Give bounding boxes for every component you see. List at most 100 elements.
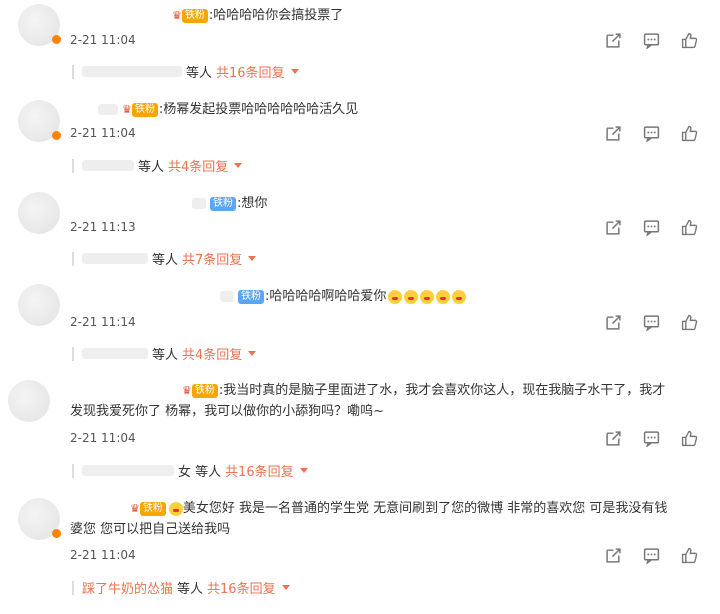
avatar[interactable]	[18, 284, 60, 326]
comment-icon[interactable]	[642, 124, 660, 142]
comment-line-1: ♛ 铁粉:我当时真的是脑子里面进了水，我才会喜欢你这人，现在我脑子水干了，我才	[70, 380, 710, 401]
crown-icon: ♛	[172, 9, 182, 22]
avatar[interactable]	[8, 380, 50, 422]
comment-text: ♛ 铁粉:杨幂发起投票哈哈哈哈哈哈活久见	[98, 99, 720, 120]
reply-count-link[interactable]: 共4条回复	[168, 156, 228, 175]
comment-text: 铁粉:想你	[192, 193, 720, 214]
fan-badge: 铁粉	[210, 196, 236, 211]
comment-text: ♛ 铁粉 美女您好 我是一名普通的学生党 无意间刷到了您的微博 非常的喜欢您 可是我…	[70, 498, 710, 540]
reply-summary[interactable]: 等人 共4条回复	[72, 344, 257, 363]
reply-prefix: 等人	[152, 348, 179, 363]
avatar[interactable]	[18, 100, 61, 142]
comment-icon[interactable]	[642, 313, 660, 331]
reply-bar	[72, 463, 74, 478]
comment-content: :哈哈哈哈你会搞投票了	[208, 8, 344, 23]
comment-icon[interactable]	[642, 31, 660, 49]
love-emoji-icon	[420, 289, 435, 304]
share-icon[interactable]	[604, 31, 622, 49]
reply-bar	[72, 346, 74, 361]
chevron-down-icon[interactable]	[248, 351, 257, 356]
avatar[interactable]	[18, 192, 60, 234]
comment-content: :哈哈哈哈啊哈哈爱你	[265, 289, 387, 304]
chevron-down-icon[interactable]	[234, 163, 243, 168]
comment-actions	[604, 124, 698, 142]
comment-time: 2-21 11:04	[70, 33, 136, 47]
avatar[interactable]	[18, 498, 61, 540]
like-icon[interactable]	[680, 429, 698, 447]
comment-actions	[604, 313, 698, 331]
love-emoji-icon	[452, 289, 467, 304]
reply-count-link[interactable]: 共16条回复	[207, 578, 276, 597]
fan-badge: 铁粉	[191, 383, 218, 398]
comment-content-line1: 美女您好 我是一名普通的学生党 无意间刷到了您的微博 非常的喜欢您 可是我没有钱	[182, 501, 668, 516]
comment-time: 2-21 11:14	[70, 315, 136, 329]
like-icon[interactable]	[680, 218, 698, 236]
comment-content: :杨幂发起投票哈哈哈哈哈哈活久见	[158, 102, 359, 117]
share-icon[interactable]	[604, 429, 622, 447]
reply-nickname[interactable]: 踩了牛奶的怂猫	[82, 578, 173, 597]
chevron-down-icon[interactable]	[281, 585, 290, 590]
chevron-down-icon[interactable]	[299, 468, 308, 473]
avatar[interactable]	[18, 4, 61, 46]
share-icon[interactable]	[604, 546, 622, 564]
comment-time: 2-21 11:04	[70, 431, 136, 445]
comment-content-line2: 发现我爱死你了 杨幂，我可以做你的小舔狗吗？嘞呜~	[70, 404, 385, 419]
comment-actions	[604, 218, 698, 236]
crown-icon: ♛	[130, 502, 140, 515]
blurred-names	[82, 465, 174, 476]
comment-actions	[604, 546, 698, 564]
chevron-down-icon[interactable]	[290, 69, 299, 74]
reply-prefix: 等人	[152, 253, 179, 268]
fan-badge: 铁粉	[238, 289, 264, 304]
reply-prefix: 女 等人	[178, 465, 222, 480]
smile-emoji-icon	[168, 501, 183, 516]
reply-bar	[72, 64, 74, 79]
comment-content-line2: 婆您 您可以把自己送给我吗	[70, 522, 231, 537]
blurred-nickname	[192, 198, 206, 209]
blurred-names	[82, 348, 148, 359]
comment-content: :想你	[237, 196, 268, 211]
love-emoji-icon	[436, 289, 451, 304]
crown-icon: ♛	[182, 384, 192, 397]
comment-text: ♛ 铁粉:哈哈哈哈你会搞投票了	[172, 5, 720, 26]
share-icon[interactable]	[604, 124, 622, 142]
reply-summary[interactable]: 等人 共4条回复	[72, 156, 243, 175]
reply-prefix: 等人	[177, 582, 204, 597]
blurred-nickname	[220, 291, 234, 302]
crown-icon: ♛	[122, 103, 132, 116]
comment-text: ♛ 铁粉:我当时真的是脑子里面进了水，我才会喜欢你这人，现在我脑子水干了，我才 发…	[70, 380, 710, 422]
fan-badge: 铁粉	[181, 8, 208, 23]
reply-count-link[interactable]: 共7条回复	[182, 249, 242, 268]
comment-content-line1: :我当时真的是脑子里面进了水，我才会喜欢你这人，现在我脑子水干了，我才	[218, 383, 666, 398]
blurred-nickname	[98, 104, 118, 115]
reply-summary[interactable]: 等人 共16条回复	[72, 62, 299, 81]
love-emoji-icon	[404, 289, 419, 304]
like-icon[interactable]	[680, 313, 698, 331]
blurred-names	[82, 253, 148, 264]
reply-summary[interactable]: 等人 共7条回复	[72, 249, 257, 268]
comment-actions	[604, 31, 698, 49]
verified-dot	[52, 131, 61, 140]
reply-prefix: 等人	[138, 160, 165, 175]
like-icon[interactable]	[680, 124, 698, 142]
reply-bar	[72, 158, 74, 173]
fan-badge: 铁粉	[139, 501, 166, 516]
reply-count-link[interactable]: 共4条回复	[182, 344, 242, 363]
reply-bar	[72, 251, 74, 266]
share-icon[interactable]	[604, 313, 622, 331]
comment-icon[interactable]	[642, 218, 660, 236]
like-icon[interactable]	[680, 31, 698, 49]
reply-count-link[interactable]: 共16条回复	[216, 62, 285, 81]
comment-line-1: ♛ 铁粉 美女您好 我是一名普通的学生党 无意间刷到了您的微博 非常的喜欢您 可是我…	[70, 498, 710, 519]
reply-summary[interactable]: 女 等人 共16条回复	[72, 461, 308, 480]
fan-badge: 铁粉	[131, 102, 158, 117]
like-icon[interactable]	[680, 546, 698, 564]
reply-count-link[interactable]: 共16条回复	[225, 461, 294, 480]
share-icon[interactable]	[604, 218, 622, 236]
chevron-down-icon[interactable]	[248, 256, 257, 261]
comment-text: 铁粉:哈哈哈哈啊哈哈爱你	[220, 286, 720, 307]
comment-icon[interactable]	[642, 429, 660, 447]
comment-icon[interactable]	[642, 546, 660, 564]
blurred-names	[82, 160, 134, 171]
reply-summary[interactable]: 踩了牛奶的怂猫 等人 共16条回复	[72, 578, 290, 597]
